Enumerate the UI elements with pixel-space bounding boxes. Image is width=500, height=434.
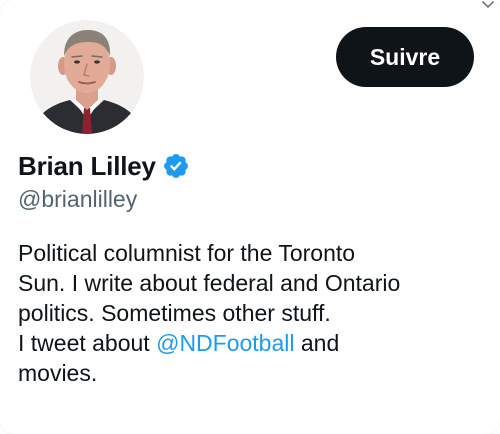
follow-button[interactable]: Suivre [336,27,474,87]
mention-link[interactable]: @NDFootball [156,330,294,356]
bio-line: Political columnist for the Toronto [18,240,356,266]
avatar-portrait-image [30,20,144,134]
user-handle[interactable]: @brianlilley [18,186,137,213]
avatar[interactable] [30,20,144,134]
bio-line: movies. [18,360,98,386]
profile-bio: Political columnist for the Toronto Sun.… [18,238,488,388]
bio-line: Sun. I write about federal and Ontario [18,270,401,296]
verified-badge-icon[interactable] [162,152,190,180]
chevron-down-icon [482,1,494,9]
bio-line: politics. Sometimes other stuff. [18,300,331,326]
bio-line: I tweet about @NDFootball and [18,328,488,358]
name-row: Brian Lilley [18,148,190,184]
display-name[interactable]: Brian Lilley [18,151,156,182]
profile-hover-card: Suivre Brian Lilley @brianlilley Politic… [0,0,500,434]
bio-text: I tweet about [18,330,157,356]
bio-text: and [294,330,340,356]
